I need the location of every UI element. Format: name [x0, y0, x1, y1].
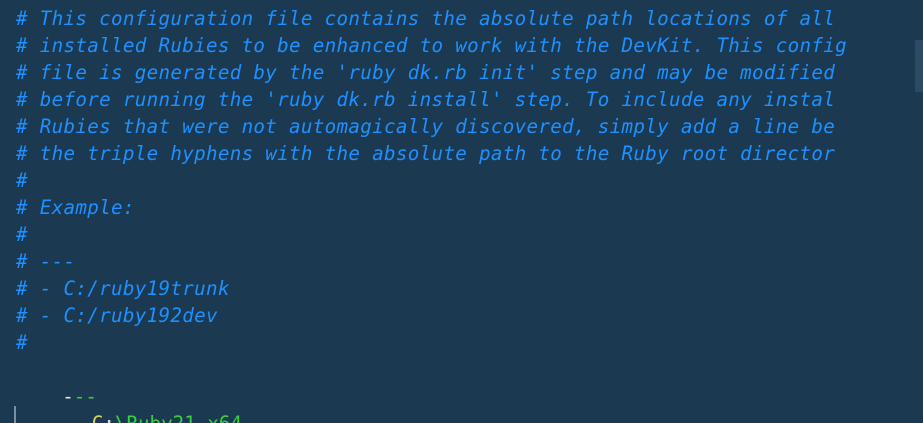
drive-letter: C [92, 412, 104, 423]
comment-line: # [16, 331, 28, 354]
comment-line: # Example: [16, 196, 135, 219]
comment-line: # Rubies that were not automagically dis… [16, 115, 836, 138]
comment-line: # - C:/ruby192dev [16, 304, 218, 327]
text-cursor [14, 406, 16, 423]
comment-line: # the triple hyphens with the absolute p… [16, 142, 836, 165]
ruby-path: \Ruby21-x64 [115, 412, 242, 423]
list-dash: - [71, 412, 83, 423]
code-editor[interactable]: # This configuration file contains the a… [0, 0, 923, 423]
drive-colon: : [103, 412, 115, 423]
comment-line: # file is generated by the 'ruby dk.rb i… [16, 61, 836, 84]
vertical-scrollbar[interactable] [915, 40, 923, 92]
comment-line: # This configuration file contains the a… [16, 7, 836, 30]
yaml-document-start: --- [16, 356, 97, 408]
comment-line: # installed Rubies to be enhanced to wor… [16, 34, 848, 57]
comment-line: # --- [16, 250, 76, 273]
yaml-ruby-path-entry: -C:\Ruby21-x64 [16, 383, 242, 423]
comment-line: # [16, 223, 28, 246]
comment-line: # before running the 'ruby dk.rb install… [16, 88, 836, 111]
comment-line: # [16, 169, 28, 192]
comment-line: # - C:/ruby19trunk [16, 277, 230, 300]
